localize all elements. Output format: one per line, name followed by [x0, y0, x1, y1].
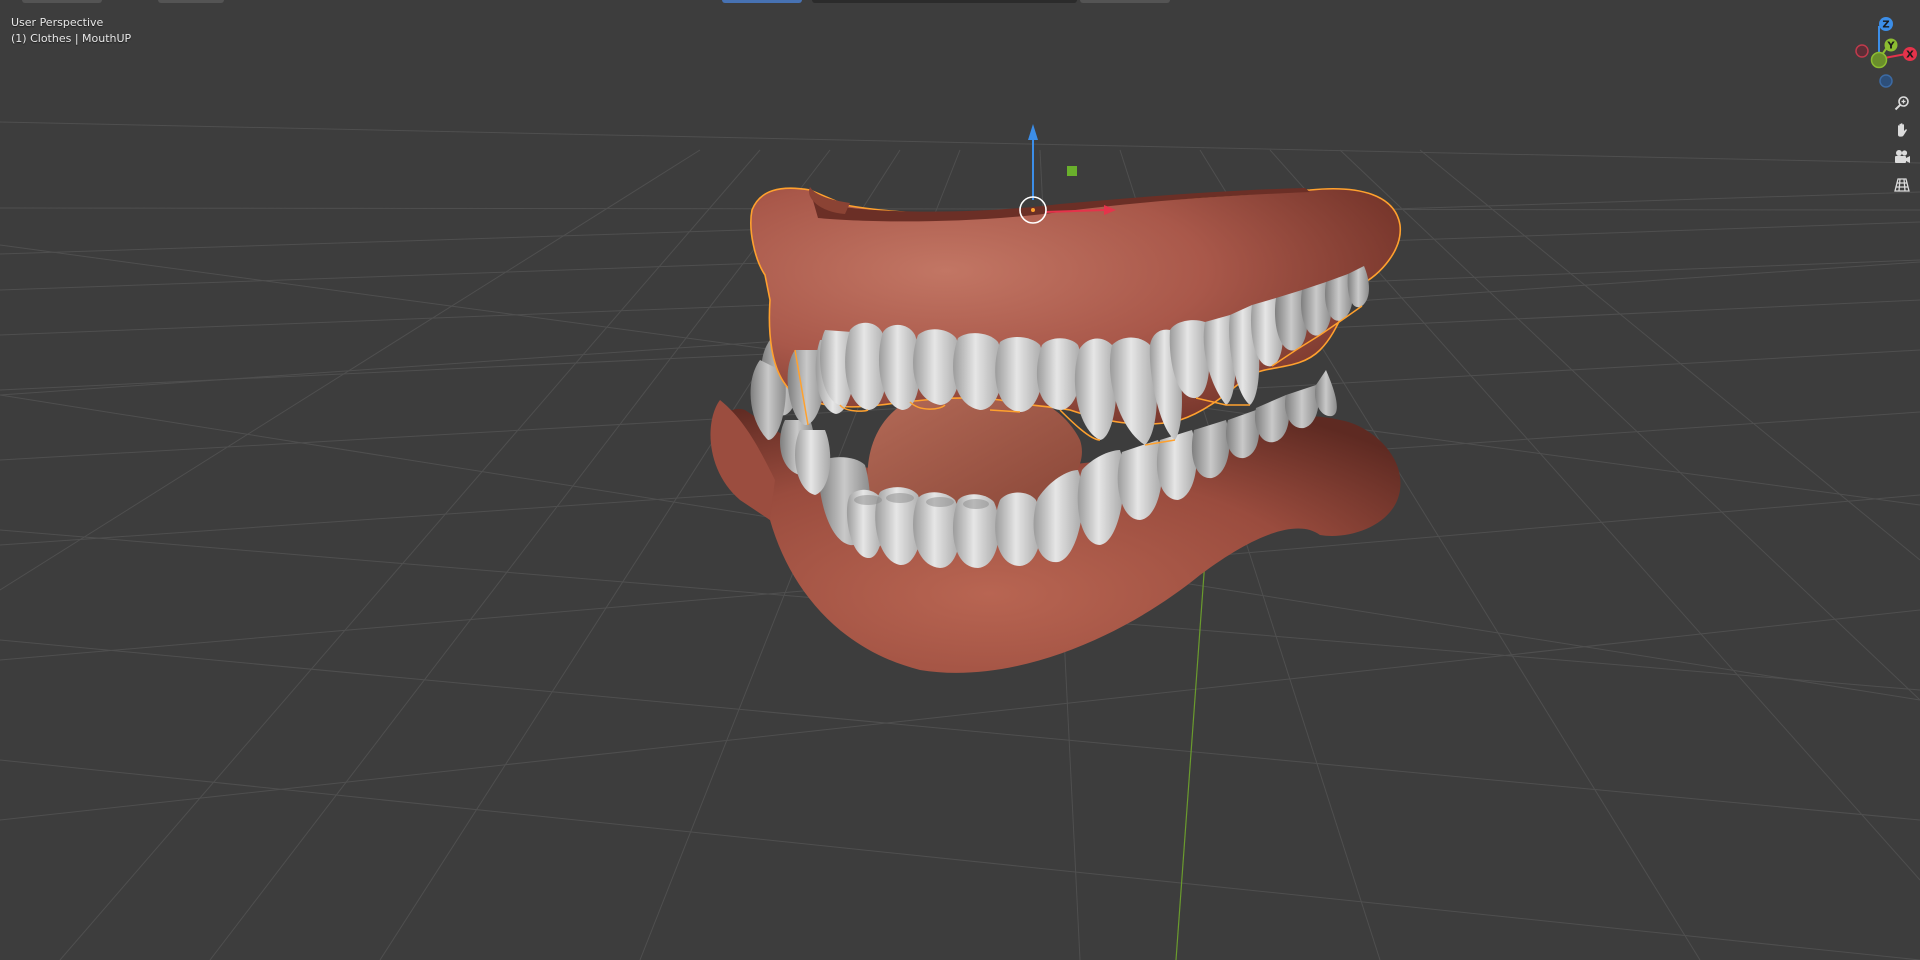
header-remnant [722, 0, 802, 3]
x-axis-label: X [1906, 50, 1914, 61]
pan-button[interactable] [1889, 117, 1915, 143]
header-remnant [812, 0, 1077, 3]
pan-hand-icon [1898, 123, 1907, 137]
y-axis-line [1175, 559, 1206, 960]
neg-y-handle[interactable] [1870, 51, 1888, 69]
header-remnant [1080, 0, 1170, 3]
zoom-button[interactable] [1889, 90, 1915, 116]
viewport-scene[interactable] [0, 0, 1920, 960]
neg-x-handle[interactable] [1855, 44, 1869, 58]
camera-view-button[interactable] [1889, 144, 1915, 170]
view-name: User Perspective [11, 16, 104, 29]
header-remnant [158, 0, 224, 3]
neg-z-handle[interactable] [1879, 74, 1893, 88]
perspective-toggle-button[interactable] [1889, 172, 1915, 198]
z-axis-label: Z [1882, 20, 1889, 31]
navigation-gizmo[interactable]: Z Y X [1830, 12, 1920, 92]
camera-icon [1895, 150, 1910, 163]
header-remnant [22, 0, 102, 3]
3d-viewport[interactable]: User Perspective (1) Clothes | MouthUP Z… [0, 0, 1920, 960]
zoom-icon [1894, 96, 1909, 111]
object-info: (1) Clothes | MouthUP [11, 32, 132, 45]
y-axis-label: Y [1886, 41, 1895, 52]
perspective-grid-icon [1894, 178, 1910, 192]
